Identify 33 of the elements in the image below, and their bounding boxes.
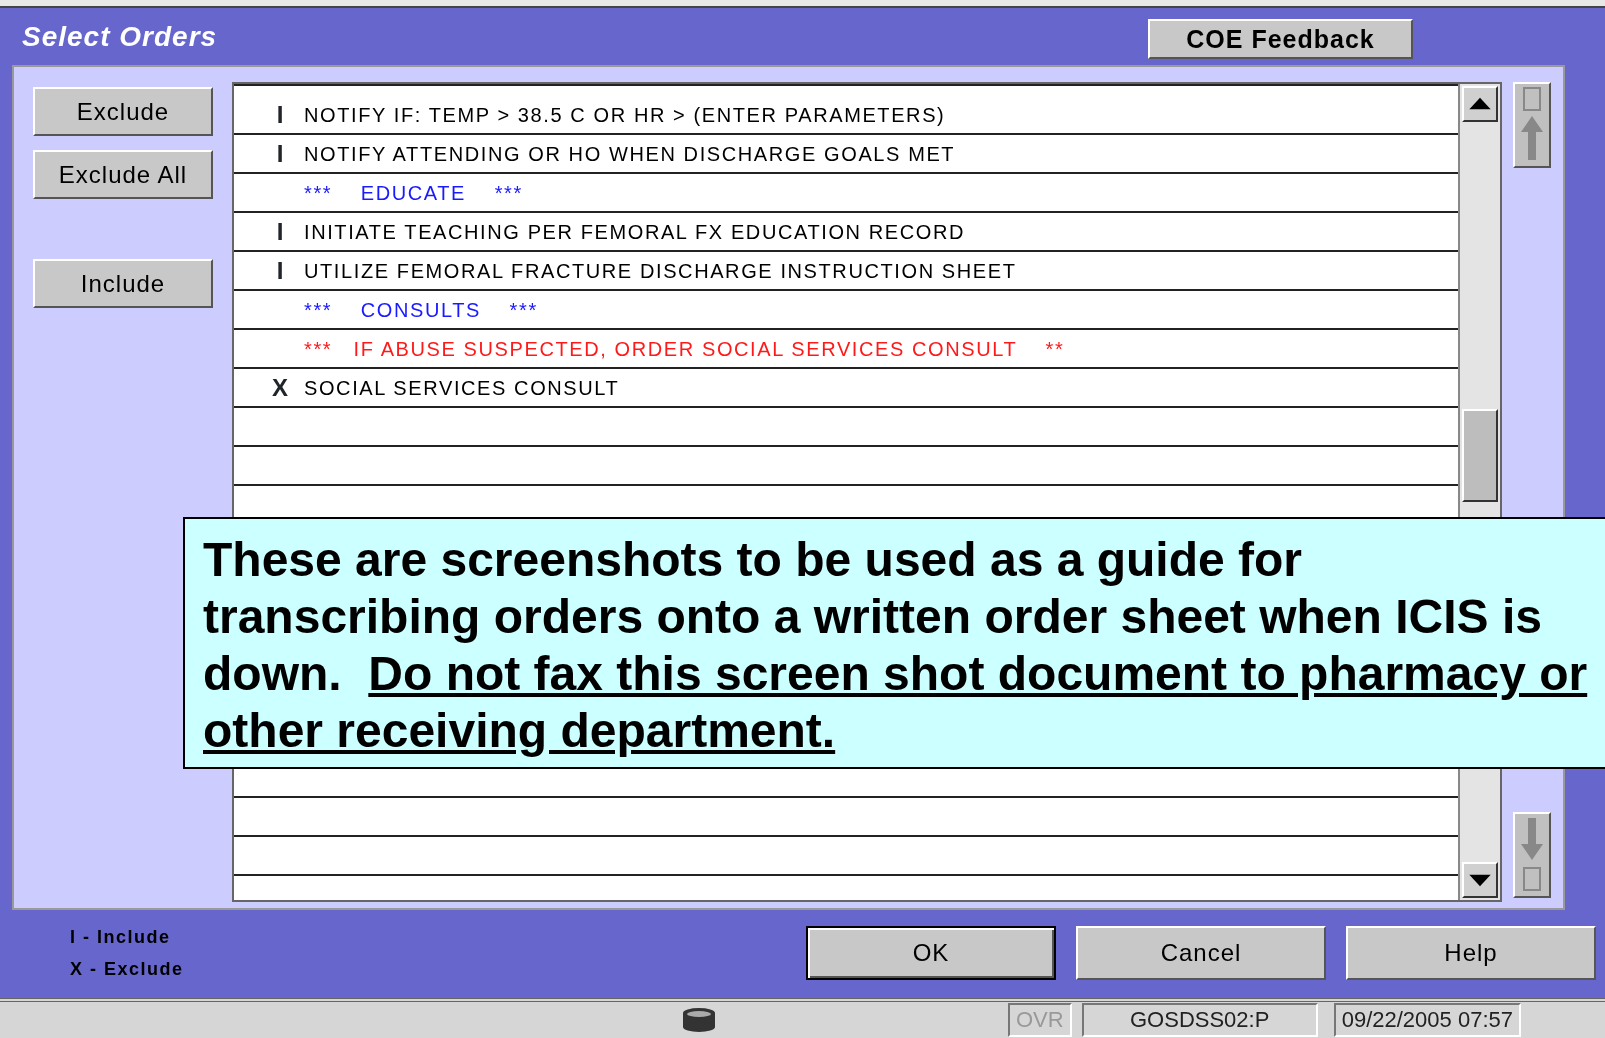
scroll-down-icon[interactable] — [1462, 862, 1498, 898]
order-marker: I — [275, 216, 285, 247]
order-text[interactable]: NOTIFY ATTENDING OR HO WHEN DISCHARGE GOALS MET — [304, 138, 956, 169]
legend-text: X - Exclude — [70, 957, 185, 981]
move-up-button[interactable] — [1513, 82, 1551, 168]
order-marker: I — [275, 138, 285, 169]
session-field: GOSDSS02:P — [1081, 1003, 1318, 1037]
legend-text: I - Include — [70, 925, 172, 949]
datetime-field: 09/22/2005 07:57 — [1333, 1003, 1521, 1037]
order-marker: I — [275, 99, 285, 130]
database-icon — [680, 1007, 718, 1033]
move-down-button[interactable] — [1513, 812, 1551, 898]
window-title: Select Orders — [22, 19, 218, 54]
ok-button[interactable]: OK — [806, 925, 1056, 980]
order-text[interactable]: NOTIFY IF: TEMP > 38.5 C OR HR > (ENTER PARAMETERS) — [304, 99, 946, 130]
order-text[interactable]: INITIATE TEACHING PER FEMORAL FX EDUCATION RECORD — [304, 216, 966, 247]
order-marker: I — [275, 255, 285, 286]
exclude-button[interactable]: Exclude — [33, 87, 213, 136]
include-button[interactable]: Include — [33, 259, 213, 308]
order-marker: X — [271, 372, 289, 403]
alert-text[interactable]: *** IF ABUSE SUSPECTED, ORDER SOCIAL SERVICES CONSULT ** — [304, 333, 1065, 364]
order-text[interactable]: SOCIAL SERVICES CONSULT — [304, 372, 620, 403]
order-text[interactable]: UTILIZE FEMORAL FRACTURE DISCHARGE INSTRUCTION SHEET — [304, 255, 1017, 286]
scroll-thumb[interactable] — [1462, 409, 1498, 502]
scroll-up-icon[interactable] — [1462, 86, 1498, 122]
callout-text: These are screenshots to be used as a guide for transcribing orders onto a written order sheet when ICIS is down. Do not fax this screen shot document to pharmacy or other receiving department. — [203, 532, 1588, 759]
help-button[interactable]: Help — [1346, 925, 1596, 980]
coe-feedback-button[interactable]: COE Feedback — [1148, 18, 1413, 59]
section-heading[interactable]: *** EDUCATE *** — [304, 177, 523, 208]
mode-indicator: OVR — [1008, 1003, 1072, 1037]
cancel-button[interactable]: Cancel — [1076, 925, 1326, 980]
section-heading[interactable]: *** CONSULTS *** — [304, 294, 538, 325]
exclude-all-button[interactable]: Exclude All — [33, 150, 213, 199]
